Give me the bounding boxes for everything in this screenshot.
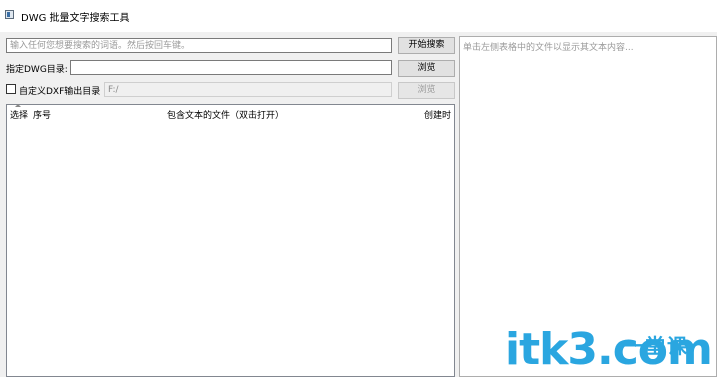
search-input[interactable]: 输入任何您想要搜索的词语。然后按回车键。 <box>6 38 392 53</box>
start-search-button[interactable]: 开始搜索 <box>398 37 455 54</box>
custom-dxf-label: 自定义DXF输出目录 <box>19 87 101 97</box>
title-bar: DWG 批量文字搜索工具 <box>0 0 717 32</box>
dxf-output-field[interactable]: F:/ <box>104 82 392 97</box>
watermark-logo-cn: 一堂课 <box>623 334 689 358</box>
column-header-select[interactable]: 选择 <box>10 108 28 121</box>
results-table[interactable]: 选择 序号 包含文本的文件（双击打开） 创建时 <box>6 104 455 377</box>
custom-dxf-checkbox[interactable] <box>6 84 16 94</box>
dwg-dir-label: 指定DWG目录: <box>6 65 68 75</box>
app-icon <box>5 10 14 19</box>
dxf-browse-button[interactable]: 浏览 <box>398 82 455 99</box>
search-input-placeholder: 输入任何您想要搜索的词语。然后按回车键。 <box>10 41 191 51</box>
column-header-file[interactable]: 包含文本的文件（双击打开） <box>167 108 284 121</box>
dwg-dir-field[interactable] <box>70 60 392 75</box>
window-title: DWG 批量文字搜索工具 <box>21 13 130 24</box>
column-header-created[interactable]: 创建时 <box>424 108 451 121</box>
dwg-browse-button[interactable]: 浏览 <box>398 60 455 77</box>
table-header: 选择 序号 包含文本的文件（双击打开） 创建时 <box>7 104 454 121</box>
column-header-index[interactable]: 序号 <box>33 108 51 121</box>
preview-placeholder: 单击左侧表格中的文件以显示其文本内容... <box>463 43 634 53</box>
sort-caret-icon <box>15 104 21 107</box>
